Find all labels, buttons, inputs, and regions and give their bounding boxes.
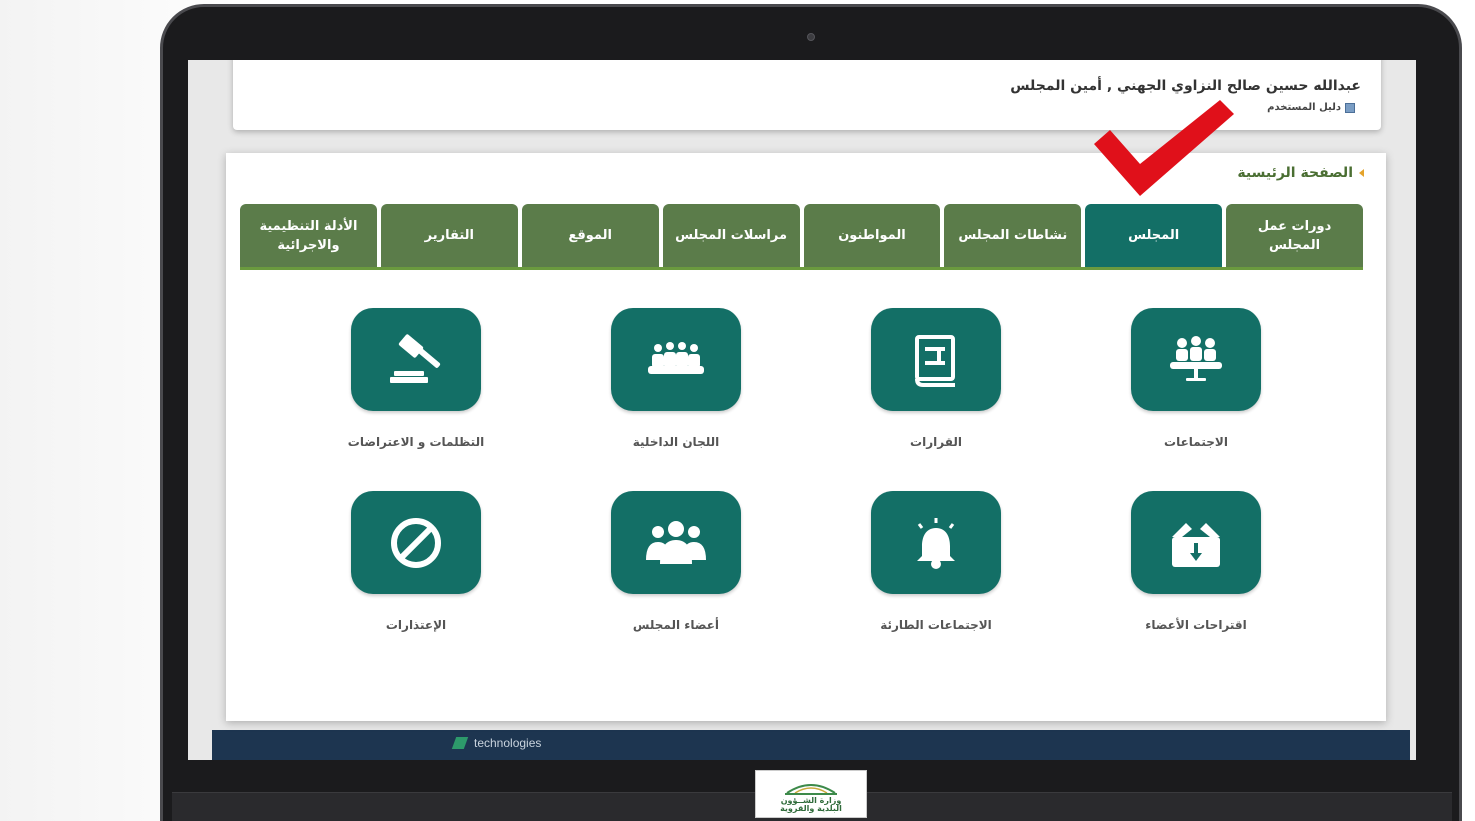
suggestion-box-icon bbox=[1131, 491, 1261, 594]
tab-citizens[interactable]: المواطنون bbox=[803, 204, 941, 267]
user-name: عبدالله حسين صالح النزاوي الجهني , أمين … bbox=[1010, 78, 1361, 94]
tile-member-suggestions[interactable]: اقتراحات الأعضاء bbox=[1066, 491, 1326, 674]
breadcrumb-label: الصفحة الرئيسية bbox=[1237, 165, 1353, 181]
main-tabs: دورات عمل المجلس المجلس نشاطات المجلس ال… bbox=[240, 204, 1363, 270]
tile-internal-committees[interactable]: اللجان الداخلية bbox=[546, 308, 806, 491]
tile-label: اقتراحات الأعضاء bbox=[1145, 618, 1247, 632]
palm-emblem-icon bbox=[785, 784, 837, 795]
user-guide-link[interactable]: دليل المستخدم bbox=[1267, 102, 1355, 113]
tile-label: التظلمات و الاعتراضات bbox=[347, 435, 485, 449]
tile-grievances[interactable]: التظلمات و الاعتراضات bbox=[286, 308, 546, 491]
checkmark-icon bbox=[1094, 100, 1234, 196]
tile-label: القرارات bbox=[910, 435, 962, 449]
tile-emergency-meetings[interactable]: الاجتماعات الطارئة bbox=[806, 491, 1066, 674]
logo-line-2: البلدية والقروية bbox=[780, 804, 842, 813]
tile-label: أعضاء المجلس bbox=[632, 618, 720, 632]
tab-location[interactable]: الموقع bbox=[521, 204, 659, 267]
user-guide-label: دليل المستخدم bbox=[1267, 102, 1341, 113]
tab-council-work-cycles[interactable]: دورات عمل المجلس bbox=[1226, 204, 1363, 267]
tab-guides[interactable]: الأدلة التنظيمية والاجرائية bbox=[240, 204, 377, 267]
tile-label: الاجتماعات bbox=[1164, 435, 1228, 449]
module-grid: الاجتماعات القرارات اللجان الداخلية التظ… bbox=[286, 308, 1326, 668]
alarm-bell-icon bbox=[871, 491, 1001, 594]
meeting-icon bbox=[1131, 308, 1261, 411]
tile-meetings[interactable]: الاجتماعات bbox=[1066, 308, 1326, 491]
footer-brand-text: technologies bbox=[474, 736, 542, 750]
stage: technologies عبدالله حسين صالح النزاوي ا… bbox=[0, 0, 1475, 821]
decisions-icon bbox=[871, 308, 1001, 411]
tile-label: الإعتذارات bbox=[385, 618, 447, 632]
breadcrumb-arrow-icon bbox=[1359, 169, 1364, 177]
tile-council-members[interactable]: أعضاء المجلس bbox=[546, 491, 806, 674]
footer-brand: technologies bbox=[451, 736, 542, 750]
tab-council[interactable]: المجلس bbox=[1085, 204, 1223, 267]
main-panel: الصفحة الرئيسية دورات عمل المجلس المجلس … bbox=[226, 153, 1386, 721]
tile-apologies[interactable]: الإعتذارات bbox=[286, 491, 546, 674]
tile-decisions[interactable]: القرارات bbox=[806, 308, 1066, 491]
tab-council-correspondence[interactable]: مراسلات المجلس bbox=[662, 204, 800, 267]
tab-council-activities[interactable]: نشاطات المجلس bbox=[944, 204, 1082, 267]
site-footer: technologies bbox=[212, 730, 1410, 760]
committees-icon bbox=[611, 308, 741, 411]
members-icon bbox=[611, 491, 741, 594]
prohibited-icon bbox=[351, 491, 481, 594]
tile-label: الاجتماعات الطارئة bbox=[880, 618, 992, 632]
breadcrumb[interactable]: الصفحة الرئيسية bbox=[1237, 165, 1364, 181]
tab-reports[interactable]: التقارير bbox=[380, 204, 518, 267]
document-icon bbox=[1345, 102, 1355, 113]
ministry-logo: وزارة الشــؤون البلدية والقروية bbox=[755, 770, 867, 818]
webcam bbox=[807, 33, 815, 41]
brand-leaf-icon bbox=[451, 737, 469, 749]
tile-label: اللجان الداخلية bbox=[632, 435, 720, 449]
gavel-icon bbox=[351, 308, 481, 411]
